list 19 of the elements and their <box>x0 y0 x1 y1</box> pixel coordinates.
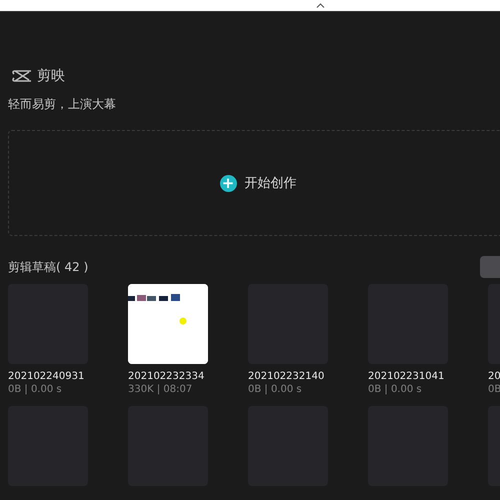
draft-name: 20 <box>488 370 500 383</box>
start-create-label: 开始创作 <box>244 175 296 192</box>
create-area[interactable]: + 开始创作 <box>8 130 500 236</box>
drafts-heading: 剪辑草稿( 42 ) <box>8 258 88 276</box>
manage-button[interactable] <box>480 256 500 278</box>
draft-name: 202102240931 <box>8 370 86 383</box>
draft-meta: 0B | 0.00 s <box>248 383 303 396</box>
app-name: 剪映 <box>37 67 65 85</box>
plus-icon: + <box>220 174 236 192</box>
draft-name: 202102232140 <box>248 370 326 383</box>
draft-name: 202102232334 <box>128 370 206 383</box>
draft-name: 202102231041 <box>368 370 446 383</box>
draft-meta: 330K | 08:07 <box>128 383 194 396</box>
draft-meta: 0B | 0.00 s <box>368 383 423 396</box>
tagline: 轻而易剪，上演大幕 <box>8 96 117 112</box>
logo-icon <box>11 69 33 83</box>
caret-icon[interactable] <box>316 3 324 8</box>
draft-meta: 0B | 0.00 s <box>8 383 63 396</box>
start-create-button[interactable]: + 开始创作 <box>220 174 296 192</box>
